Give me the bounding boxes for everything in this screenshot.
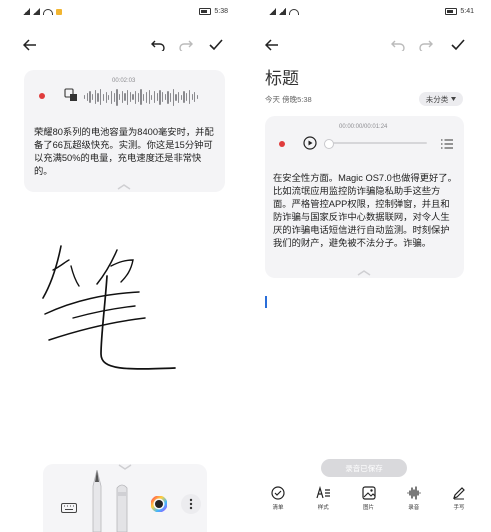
redo-icon[interactable] bbox=[417, 36, 435, 54]
slider-handle[interactable] bbox=[324, 139, 334, 149]
checklist-button[interactable]: 清单 bbox=[261, 486, 295, 526]
undo-icon[interactable] bbox=[389, 36, 407, 54]
keyboard-icon[interactable] bbox=[61, 500, 77, 513]
marker-tool[interactable] bbox=[113, 482, 131, 532]
play-button-icon[interactable] bbox=[303, 136, 317, 150]
bottom-toolbar: 清单 样式 图片 录音 手写 bbox=[253, 486, 484, 526]
right-phone-screen: 5:41 标题 今天 傍晚5:38 未分类 00:00:00/00:01:24 bbox=[253, 0, 484, 532]
note-toolbar bbox=[253, 32, 484, 58]
caret-down-icon bbox=[451, 97, 457, 101]
audio-record-button[interactable]: 录音 bbox=[397, 486, 431, 526]
chevron-up-icon[interactable] bbox=[117, 184, 131, 190]
handwriting-pen-icon bbox=[453, 487, 465, 500]
audio-note-card[interactable]: 00:00:00/00:01:24 在安全性方面。Magic OS7.0也做得更… bbox=[265, 116, 464, 278]
recording-timer: 00:02:03 bbox=[112, 78, 136, 84]
status-bar: 5:41 bbox=[253, 0, 484, 22]
category-label: 未分类 bbox=[425, 94, 449, 104]
category-dropdown[interactable]: 未分类 bbox=[419, 92, 463, 106]
note-timestamp: 今天 傍晚5:38 bbox=[265, 95, 312, 104]
playback-timer: 00:00:00/00:01:24 bbox=[339, 124, 388, 130]
signal-icon bbox=[269, 8, 276, 15]
image-icon bbox=[361, 486, 376, 500]
battery-icon bbox=[199, 8, 212, 15]
battery-icon bbox=[445, 8, 458, 15]
left-phone-screen: 5:38 00:02:03 荣耀80系列的电池容量为8400毫安时，并配备了66… bbox=[7, 0, 238, 532]
check-icon[interactable] bbox=[449, 36, 467, 54]
status-time: 5:38 bbox=[214, 8, 228, 15]
record-stop-button[interactable] bbox=[39, 93, 45, 99]
audio-waveform bbox=[84, 87, 199, 107]
list-icon[interactable] bbox=[441, 137, 453, 149]
pen-tool-tray bbox=[43, 464, 207, 532]
voice-to-text-icon[interactable] bbox=[64, 88, 78, 102]
status-bar: 5:38 bbox=[7, 0, 238, 22]
image-button[interactable]: 图片 bbox=[352, 486, 386, 526]
signal-icon bbox=[279, 8, 286, 15]
chevron-up-icon[interactable] bbox=[357, 270, 371, 276]
handwriting-canvas[interactable]: 笔 bbox=[35, 236, 185, 386]
recording-saved-toast: 录音已保存 bbox=[321, 459, 407, 477]
back-arrow-icon[interactable] bbox=[21, 36, 39, 54]
status-time: 5:41 bbox=[460, 8, 474, 15]
undo-icon[interactable] bbox=[149, 36, 167, 54]
note-title[interactable]: 标题 bbox=[265, 64, 299, 89]
check-icon[interactable] bbox=[207, 36, 225, 54]
note-text[interactable]: 荣耀80系列的电池容量为8400毫安时，并配备了66瓦超级快充。实测。你这是15… bbox=[34, 126, 218, 178]
notification-badge-icon bbox=[56, 8, 62, 15]
wifi-icon bbox=[43, 8, 53, 15]
redo-icon[interactable] bbox=[177, 36, 195, 54]
handwriting-button[interactable]: 手写 bbox=[442, 486, 476, 526]
signal-icon bbox=[33, 8, 40, 15]
wifi-icon bbox=[289, 8, 299, 15]
more-icon[interactable] bbox=[181, 494, 201, 514]
text-style-button[interactable]: 样式 bbox=[306, 486, 340, 526]
color-picker[interactable] bbox=[150, 495, 168, 513]
chevron-down-icon[interactable] bbox=[118, 464, 132, 470]
text-cursor bbox=[265, 296, 267, 308]
text-style-icon bbox=[316, 486, 331, 499]
note-toolbar bbox=[7, 32, 238, 58]
fountain-pen-tool[interactable] bbox=[89, 469, 105, 532]
playback-slider[interactable] bbox=[324, 139, 427, 149]
record-button[interactable] bbox=[279, 141, 285, 147]
note-text[interactable]: 在安全性方面。Magic OS7.0也做得更好了。比如流氓应用监控防诈骗隐私助手… bbox=[273, 172, 457, 250]
handwriting-strokes bbox=[42, 245, 176, 370]
audio-note-card[interactable]: 00:02:03 荣耀80系列的电池容量为8400毫安时，并配备了66瓦超级快充… bbox=[24, 70, 225, 192]
signal-icon bbox=[23, 8, 30, 15]
handwriting-char: 笔 bbox=[35, 236, 36, 237]
audio-wave-icon bbox=[407, 486, 421, 500]
back-arrow-icon[interactable] bbox=[263, 36, 281, 54]
checklist-icon bbox=[271, 486, 285, 500]
